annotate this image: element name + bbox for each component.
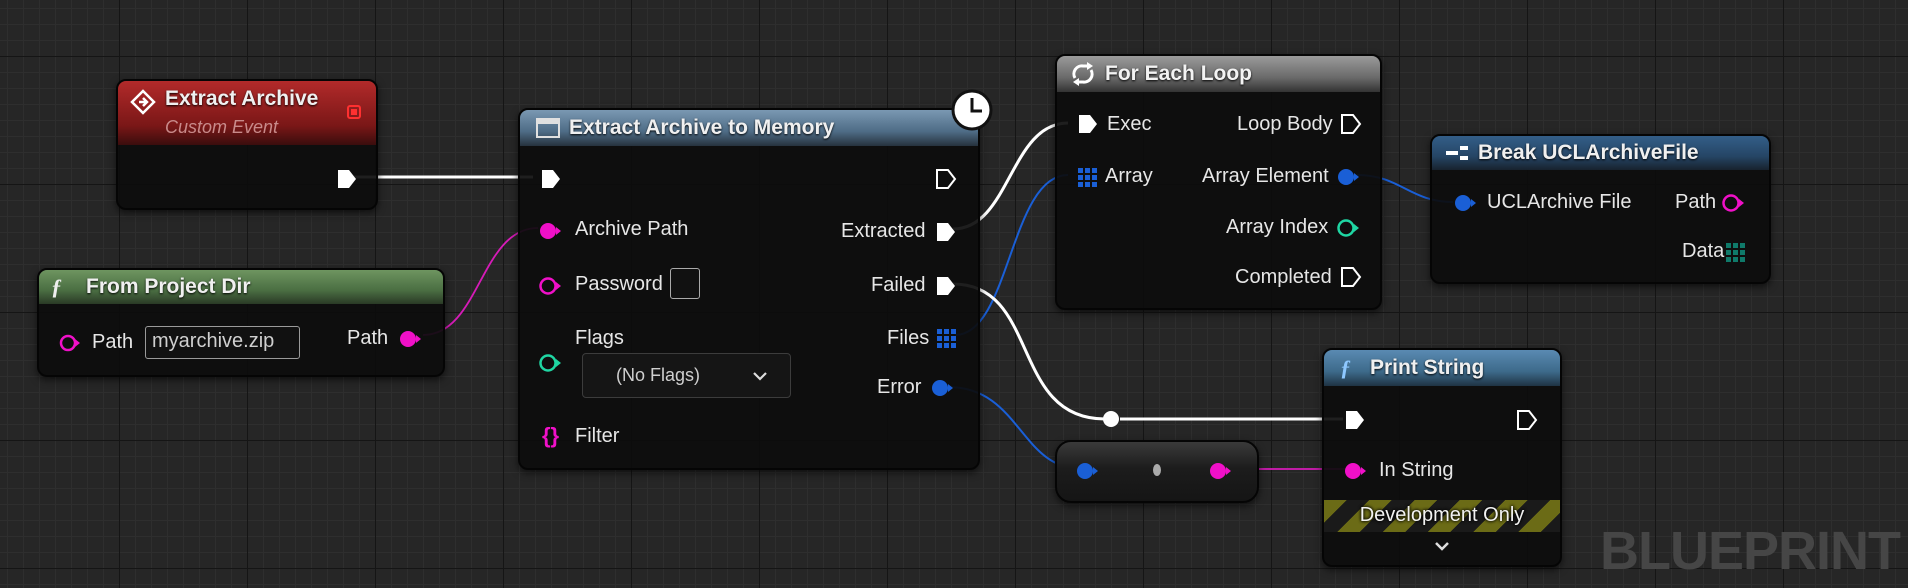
print-string-node[interactable]: ƒ Print String In String Development Onl… (1322, 348, 1562, 567)
for-each-loop-node[interactable]: For Each Loop Exec Array Loop Body Array… (1055, 54, 1382, 310)
extract-archive-event-node[interactable]: Extract Archive Custom Event (116, 79, 378, 210)
macro-header: For Each Loop (1057, 56, 1380, 92)
clock-icon (951, 89, 993, 131)
integer-out-pin[interactable] (1336, 217, 1360, 239)
node-title: Break UCLArchiveFile (1478, 141, 1699, 164)
loop-arrows-icon (1072, 62, 1094, 86)
password-field[interactable] (670, 268, 700, 299)
event-header: Extract Archive Custom Event (118, 81, 376, 145)
development-only-banner: Development Only (1324, 500, 1560, 532)
path-output-label: Path (347, 327, 389, 349)
extract-archive-to-memory-node[interactable]: Extract Archive to Memory Archive Path P… (518, 89, 993, 470)
chevron-down-icon[interactable] (1433, 540, 1451, 554)
password-label: Password (575, 273, 663, 295)
struct-out-pin[interactable] (930, 377, 954, 399)
array-in-pin-icon[interactable] (1076, 166, 1098, 188)
node-title: For Each Loop (1105, 62, 1252, 85)
path-input-label: Path (92, 331, 134, 353)
string-in-pin[interactable] (1343, 460, 1367, 482)
flags-dropdown[interactable]: (No Flags) (582, 353, 791, 398)
path-input-field[interactable]: myarchive.zip (145, 326, 300, 359)
break-uclarchivefile-node[interactable]: Break UCLArchiveFile UCLArchive File Pat… (1430, 134, 1771, 284)
exec-out-pin[interactable] (1340, 113, 1362, 135)
exec-in-pin[interactable] (540, 168, 562, 190)
string-out-pin[interactable] (398, 328, 422, 350)
node-title: Extract Archive to Memory (569, 116, 835, 139)
string-out-pin[interactable] (1208, 460, 1232, 482)
node-title: Extract Archive (165, 87, 319, 110)
struct-in-pin[interactable] (538, 352, 562, 374)
byte-array-out-pin-icon[interactable] (1724, 241, 1746, 263)
node-title: Print String (1370, 356, 1485, 379)
struct-header: Break UCLArchiveFile (1432, 136, 1769, 170)
failed-label: Failed (871, 274, 926, 296)
conversion-dot-icon (1153, 464, 1161, 476)
curly-braces-icon[interactable]: {} (542, 423, 559, 449)
exec-out-pin[interactable] (935, 275, 957, 297)
string-in-pin[interactable] (538, 220, 562, 242)
string-out-pin[interactable] (1721, 192, 1745, 214)
archive-path-label: Archive Path (575, 218, 689, 240)
loop-body-label: Loop Body (1237, 113, 1333, 135)
conversion-node[interactable] (1055, 440, 1259, 503)
struct-out-pin[interactable] (1336, 166, 1360, 188)
function-f-icon: ƒ (1340, 355, 1351, 380)
exec-label: Exec (1107, 113, 1152, 135)
files-label: Files (887, 327, 930, 349)
exec-out-pin[interactable] (336, 168, 358, 190)
chevron-down-icon (753, 372, 767, 381)
error-label: Error (877, 376, 922, 398)
array-element-label: Array Element (1202, 165, 1329, 187)
event-diamond-icon (130, 89, 156, 115)
completed-label: Completed (1235, 266, 1332, 288)
node-subtitle: Custom Event (165, 117, 279, 137)
array-out-pin-icon[interactable] (935, 327, 957, 349)
development-only-label: Development Only (1359, 504, 1525, 526)
extracted-label: Extracted (841, 220, 926, 242)
filter-label: Filter (575, 425, 620, 447)
in-string-label: In String (1379, 459, 1454, 481)
uclarchive-file-label: UCLArchive File (1487, 191, 1632, 213)
reroute-knot[interactable] (1103, 411, 1119, 427)
function-box-icon (536, 118, 560, 138)
path-output-label: Path (1675, 191, 1717, 213)
break-struct-icon (1446, 146, 1468, 160)
function-header: ƒ Print String (1324, 350, 1560, 386)
node-title: From Project Dir (86, 275, 251, 298)
delegate-pin-icon[interactable] (346, 104, 362, 120)
exec-out-pin[interactable] (935, 221, 957, 243)
array-index-label: Array Index (1226, 216, 1329, 238)
flags-dropdown-value: (No Flags) (616, 365, 701, 385)
struct-in-pin[interactable] (1075, 460, 1099, 482)
flags-label: Flags (575, 327, 624, 349)
function-header: ƒ From Project Dir (39, 270, 443, 304)
string-in-pin[interactable] (59, 333, 81, 353)
struct-in-pin[interactable] (1453, 192, 1477, 214)
exec-out-pin[interactable] (1516, 409, 1538, 431)
exec-out-pin[interactable] (1340, 266, 1362, 288)
from-project-dir-node[interactable]: ƒ From Project Dir Path myarchive.zip Pa… (37, 268, 445, 377)
exec-out-pin[interactable] (935, 168, 957, 190)
function-f-icon: ƒ (51, 274, 62, 299)
array-label: Array (1105, 165, 1153, 187)
function-header: Extract Archive to Memory (520, 110, 978, 146)
exec-in-pin[interactable] (1077, 113, 1099, 135)
string-in-pin[interactable] (538, 275, 562, 297)
data-output-label: Data (1682, 240, 1725, 262)
exec-in-pin[interactable] (1344, 409, 1366, 431)
